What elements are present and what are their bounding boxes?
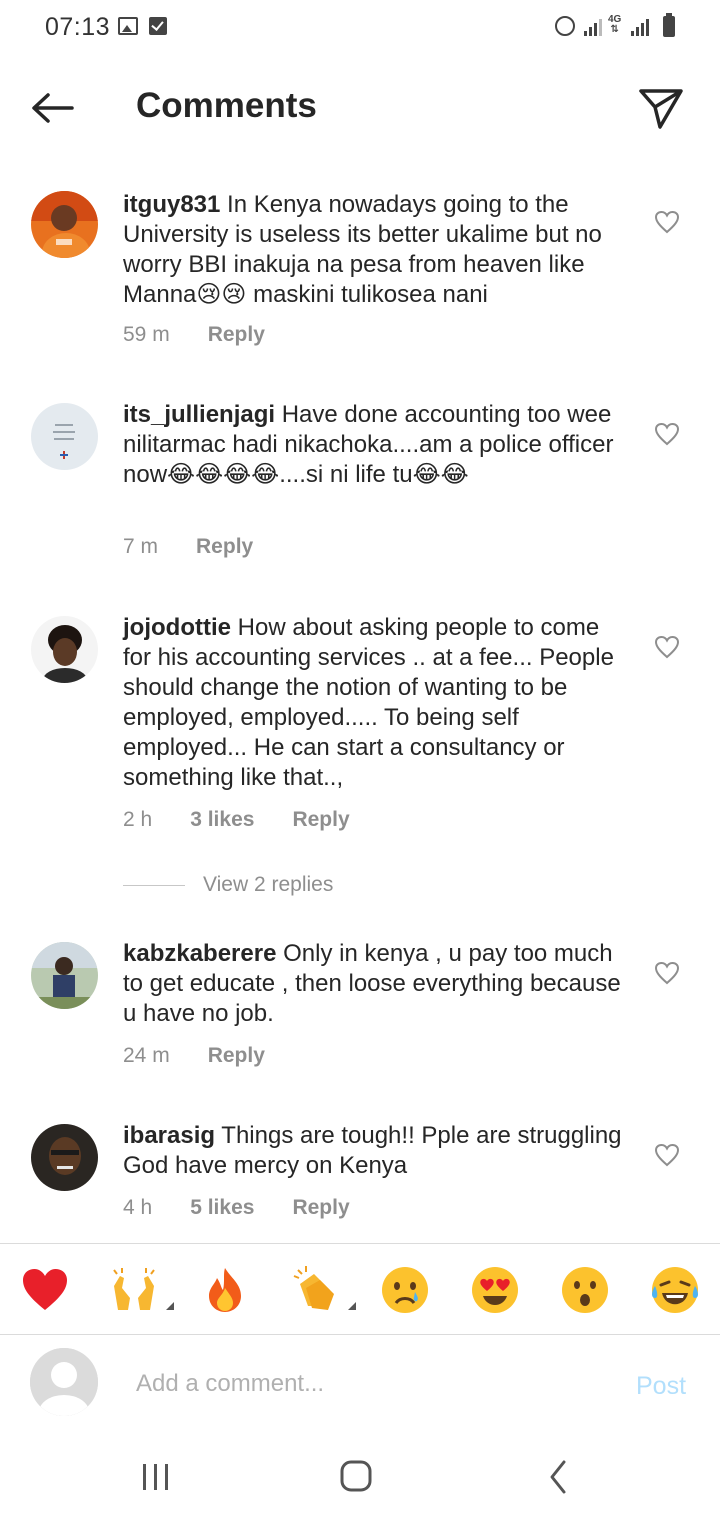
- red-heart-icon: [23, 1269, 67, 1310]
- comment-composer: Post: [0, 1336, 720, 1436]
- raising-hands-icon: [113, 1268, 155, 1310]
- comment-time: 7 m: [123, 535, 159, 558]
- comment-text: itguy831 In Kenya nowadays going to the …: [123, 190, 633, 310]
- emoji-surprised-face[interactable]: [559, 1264, 611, 1316]
- comment-likes[interactable]: 5 likes: [190, 1196, 254, 1220]
- emoji-tears-of-joy[interactable]: [649, 1264, 701, 1316]
- reply-button[interactable]: Reply: [208, 1044, 265, 1068]
- view-replies-button[interactable]: View 2 replies: [123, 873, 333, 897]
- heart-outline-icon: [654, 422, 680, 446]
- like-button[interactable]: [654, 961, 680, 985]
- comment-text: ibarasig Things are tough!! Pple are str…: [123, 1121, 633, 1181]
- avatar[interactable]: [31, 942, 98, 1009]
- emoji-crying-face[interactable]: [379, 1264, 431, 1316]
- comment-username[interactable]: ibarasig: [123, 1122, 215, 1149]
- gallery-notification-icon: [118, 17, 138, 35]
- tears-of-joy-icon: [652, 1267, 698, 1313]
- avatar-photo: [31, 403, 98, 470]
- status-time: 07:13: [45, 13, 111, 41]
- emoji-quick-bar: [0, 1243, 720, 1335]
- heart-eyes-icon: [472, 1267, 518, 1313]
- like-button[interactable]: [654, 210, 680, 234]
- view-replies-line: [123, 884, 185, 886]
- heart-outline-icon: [654, 210, 680, 234]
- home-icon: [340, 1460, 372, 1492]
- check-notification-icon: [149, 17, 167, 35]
- comment-meta: 2 h 3 likes Reply: [123, 805, 350, 835]
- emoji-heart[interactable]: [19, 1264, 71, 1316]
- recents-button[interactable]: [134, 1458, 178, 1498]
- signal-strength-icon-2: [631, 18, 649, 36]
- comment-likes[interactable]: 3 likes: [190, 808, 254, 832]
- avatar-photo: [31, 616, 98, 683]
- view-replies-label: View 2 replies: [203, 873, 334, 896]
- home-button[interactable]: [334, 1458, 378, 1498]
- comment-meta: 24 m Reply: [123, 1041, 265, 1071]
- status-bar: 07:13 4G ⇅: [0, 0, 720, 56]
- avatar-photo: [31, 191, 98, 258]
- system-back-button[interactable]: [536, 1458, 580, 1498]
- heart-outline-icon: [654, 1143, 680, 1167]
- my-avatar: [30, 1348, 98, 1416]
- paper-plane-icon: [639, 89, 683, 129]
- post-button[interactable]: Post: [636, 1372, 686, 1401]
- comment-input[interactable]: [136, 1364, 606, 1404]
- arrow-left-icon: [32, 93, 74, 123]
- avatar[interactable]: [31, 403, 98, 470]
- comment-username[interactable]: itguy831: [123, 191, 220, 218]
- comment-text: kabzkaberere Only in kenya , u pay too m…: [123, 939, 633, 1029]
- default-user-icon: [30, 1348, 98, 1416]
- back-button[interactable]: [28, 88, 78, 128]
- emoji-variant-caret: [166, 1302, 174, 1310]
- comment-text: jojodottie How about asking people to co…: [123, 613, 633, 793]
- comment-username[interactable]: its_jullienjagi: [123, 401, 275, 428]
- comment-username[interactable]: jojodottie: [123, 614, 231, 641]
- emoji-fire[interactable]: [199, 1264, 251, 1316]
- comment-text: its_jullienjagi Have done accounting too…: [123, 400, 633, 490]
- reply-button[interactable]: Reply: [292, 808, 349, 832]
- clapping-hands-icon: [293, 1266, 334, 1310]
- comment-username[interactable]: kabzkaberere: [123, 940, 276, 967]
- emoji-heart-eyes[interactable]: [469, 1264, 521, 1316]
- avatar-photo: [31, 942, 98, 1009]
- comment-time: 59 m: [123, 323, 170, 346]
- comment-meta: 59 m Reply: [123, 320, 265, 350]
- comment-time: 2 h: [123, 808, 153, 831]
- like-button[interactable]: [654, 422, 680, 446]
- system-nav-bar: [0, 1436, 720, 1520]
- crying-face-icon: [382, 1267, 428, 1313]
- battery-icon: [663, 13, 675, 37]
- comment-meta: 7 m Reply: [123, 532, 253, 562]
- reply-button[interactable]: Reply: [208, 323, 265, 347]
- like-button[interactable]: [654, 1143, 680, 1167]
- comment-meta: 4 h 5 likes Reply: [123, 1193, 350, 1223]
- surprised-face-icon: [562, 1267, 608, 1313]
- header: Comments: [0, 60, 720, 156]
- heart-outline-icon: [654, 635, 680, 659]
- reply-button[interactable]: Reply: [196, 535, 253, 559]
- back-icon: [550, 1460, 566, 1494]
- like-button[interactable]: [654, 635, 680, 659]
- page-title: Comments: [136, 86, 317, 125]
- emoji-clapping-hands[interactable]: [290, 1264, 356, 1316]
- recents-icon: [143, 1464, 168, 1490]
- signal-strength-icon: [584, 18, 602, 36]
- comment-time: 24 m: [123, 1044, 170, 1067]
- avatar[interactable]: [31, 616, 98, 683]
- emoji-raising-hands[interactable]: [108, 1264, 174, 1316]
- reply-button[interactable]: Reply: [292, 1196, 349, 1220]
- avatar-photo: [31, 1124, 98, 1191]
- avatar[interactable]: [31, 1124, 98, 1191]
- network-type-label: 4G ⇅: [608, 14, 622, 35]
- share-button[interactable]: [636, 85, 686, 131]
- fire-icon: [209, 1268, 241, 1312]
- emoji-variant-caret: [348, 1302, 356, 1310]
- alarm-icon: [555, 16, 575, 36]
- comment-time: 4 h: [123, 1196, 153, 1219]
- avatar[interactable]: [31, 191, 98, 258]
- heart-outline-icon: [654, 961, 680, 985]
